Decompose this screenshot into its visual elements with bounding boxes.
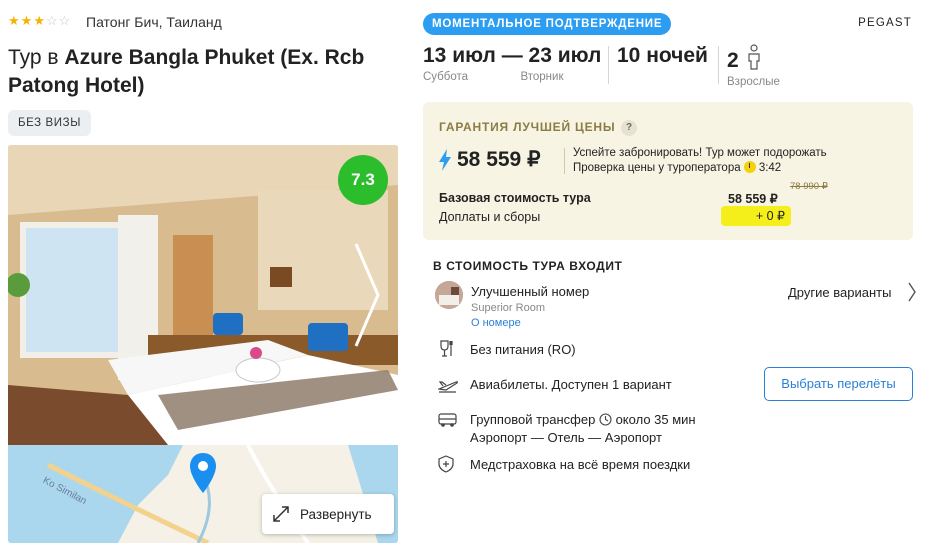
expand-map-button[interactable]: Развернуть <box>262 494 394 534</box>
hotel-map[interactable]: Ko Similan Развернуть <box>8 445 398 543</box>
rating-badge: 7.3 <box>338 155 388 205</box>
clock-icon <box>599 413 612 426</box>
fees-value: + 0 ₽ <box>721 206 791 226</box>
divider <box>718 46 719 84</box>
included-title: В СТОИМОСТЬ ТУРА ВХОДИТ <box>433 259 623 273</box>
insurance-info: Медстраховка на всё время поездки <box>470 457 691 472</box>
help-icon[interactable]: ? <box>621 120 638 136</box>
fees-label: Доплаты и сборы <box>439 210 541 224</box>
flights-info: Авиабилеты. Доступен 1 вариант <box>470 377 672 392</box>
adults-count: 2 <box>727 44 780 73</box>
room-type: Superior Room <box>471 302 545 314</box>
hurry-line2: Проверка цены у туроператора 3:42 <box>573 161 827 176</box>
dates-block: 13 июл — 23 июл Суббота Вторник <box>423 44 601 83</box>
room-name: Улучшенный номер <box>471 284 590 299</box>
hotel-photo[interactable]: 7.3 <box>8 145 398 445</box>
visa-badge: БЕЗ ВИЗЫ <box>8 110 91 136</box>
star-icon: ☆ <box>45 13 58 28</box>
star-icon: ☆ <box>58 13 71 28</box>
airplane-icon <box>438 381 458 393</box>
title-prefix: Тур в <box>8 46 65 69</box>
timer-icon <box>743 161 756 173</box>
old-price: 78 990 ₽ <box>790 181 828 192</box>
expand-label: Развернуть <box>300 506 372 522</box>
total-price: 58 559 ₽ <box>457 148 541 171</box>
timer-value: 3:42 <box>758 162 782 174</box>
chevron-right-icon[interactable] <box>907 281 917 303</box>
room-thumbnail[interactable] <box>435 281 463 309</box>
date-weekdays: Суббота Вторник <box>423 71 601 83</box>
tour-operator: PEGAST <box>858 17 912 29</box>
nights-count: 10 ночей <box>617 44 708 67</box>
instant-confirmation-badge: МОМЕНТАЛЬНОЕ ПОДТВЕРЖДЕНИЕ <box>423 13 672 35</box>
person-icon <box>747 44 760 70</box>
price-panel: ГАРАНТИЯ ЛУЧШЕЙ ЦЕНЫ? 58 559 ₽ Успейте з… <box>423 102 913 240</box>
hotel-stars: ★ ★ ★ ☆ ☆ <box>8 14 70 28</box>
transfer-route: Аэропорт — Отель — Аэропорт <box>470 430 662 445</box>
map-pin-icon[interactable] <box>188 451 218 495</box>
page-title: Тур в Azure Bangla Phuket (Ex. Rcb Paton… <box>8 44 408 100</box>
divider <box>564 148 565 174</box>
star-icon: ★ <box>20 13 33 28</box>
meal-info: Без питания (RO) <box>470 342 576 357</box>
guarantee-label: ГАРАНТИЯ ЛУЧШЕЙ ЦЕНЫ <box>439 120 616 134</box>
lightning-icon <box>439 149 451 171</box>
adults-block: 2 Взрослые <box>727 44 780 88</box>
about-room-link[interactable]: О номере <box>471 317 521 329</box>
other-variants-link[interactable]: Другие варианты <box>788 285 891 300</box>
date-to-day: Вторник <box>520 71 564 83</box>
transfer-type: Групповой трансфер <box>470 412 596 427</box>
choose-flights-button[interactable]: Выбрать перелёты <box>764 367 913 401</box>
room-photo <box>435 281 463 309</box>
base-price-value: 58 559 ₽ <box>728 192 778 206</box>
nights-block: 10 ночей <box>617 44 708 68</box>
best-price-guarantee: ГАРАНТИЯ ЛУЧШЕЙ ЦЕНЫ? <box>439 120 638 136</box>
price-check-text: Проверка цены у туроператора <box>573 162 741 174</box>
chevron-right-icon[interactable] <box>352 240 382 350</box>
date-from-day: Суббота <box>423 71 469 83</box>
shield-plus-icon <box>438 455 454 473</box>
star-icon: ★ <box>8 13 20 28</box>
adults-number: 2 <box>727 49 739 72</box>
base-price-label: Базовая стоимость тура <box>439 191 591 205</box>
hotel-location: Патонг Бич, Таиланд <box>86 14 222 30</box>
transfer-time: около 35 мин <box>615 412 696 427</box>
dates-range: 13 июл — 23 июл <box>423 44 602 67</box>
bus-icon <box>438 413 457 427</box>
wine-glass-icon <box>440 340 453 357</box>
hurry-line1: Успейте забронировать! Тур может подорож… <box>573 147 827 159</box>
divider <box>608 46 609 84</box>
transfer-info: Групповой трансфер около 35 мин <box>470 412 696 427</box>
hurry-message: Успейте забронировать! Тур может подорож… <box>573 146 827 176</box>
expand-icon <box>273 506 289 522</box>
star-icon: ★ <box>33 13 45 28</box>
adults-label: Взрослые <box>727 76 780 88</box>
